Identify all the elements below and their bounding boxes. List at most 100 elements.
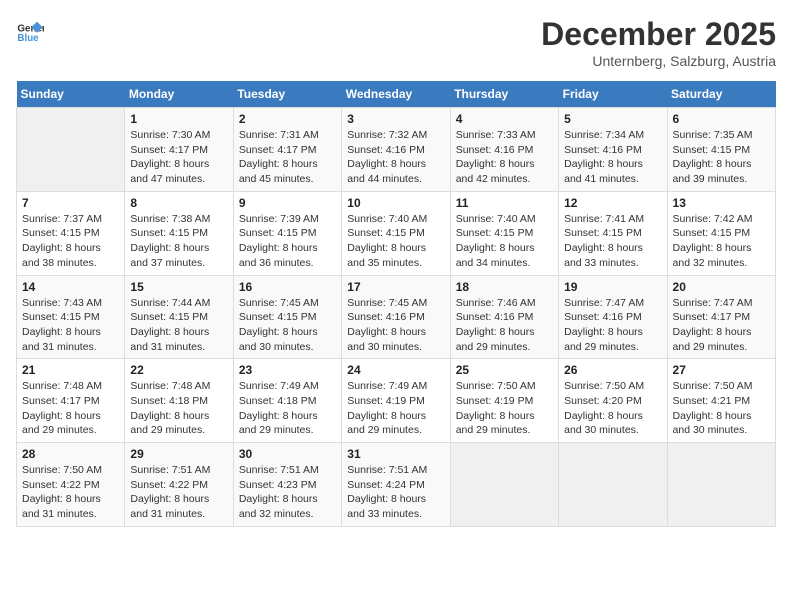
day-info: Sunrise: 7:32 AMSunset: 4:16 PMDaylight:… xyxy=(347,128,444,187)
day-cell: 28 Sunrise: 7:50 AMSunset: 4:22 PMDayligh… xyxy=(17,443,125,527)
day-info: Sunrise: 7:39 AMSunset: 4:15 PMDaylight:… xyxy=(239,212,336,271)
day-info: Sunrise: 7:40 AMSunset: 4:15 PMDaylight:… xyxy=(456,212,553,271)
week-row-4: 21 Sunrise: 7:48 AMSunset: 4:17 PMDayligh… xyxy=(17,359,776,443)
day-info: Sunrise: 7:49 AMSunset: 4:19 PMDaylight:… xyxy=(347,379,444,438)
day-number: 27 xyxy=(673,363,770,377)
day-info: Sunrise: 7:30 AMSunset: 4:17 PMDaylight:… xyxy=(130,128,227,187)
day-info: Sunrise: 7:48 AMSunset: 4:17 PMDaylight:… xyxy=(22,379,119,438)
day-number: 13 xyxy=(673,196,770,210)
day-number: 22 xyxy=(130,363,227,377)
day-number: 23 xyxy=(239,363,336,377)
day-number: 18 xyxy=(456,280,553,294)
day-number: 2 xyxy=(239,112,336,126)
day-cell: 7Sunrise: 7:37 AMSunset: 4:15 PMDaylight… xyxy=(17,191,125,275)
col-header-saturday: Saturday xyxy=(667,81,775,108)
day-info: Sunrise: 7:34 AMSunset: 4:16 PMDaylight:… xyxy=(564,128,661,187)
day-cell: 29Sunrise: 7:51 AMSunset: 4:22 PMDayligh… xyxy=(125,443,233,527)
day-info: Sunrise: 7:33 AMSunset: 4:16 PMDaylight:… xyxy=(456,128,553,187)
day-info: Sunrise: 7:46 AMSunset: 4:16 PMDaylight:… xyxy=(456,296,553,355)
day-cell: 2Sunrise: 7:31 AMSunset: 4:17 PMDaylight… xyxy=(233,108,341,192)
day-number: 11 xyxy=(456,196,553,210)
day-info: Sunrise: 7:47 AMSunset: 4:16 PMDaylight:… xyxy=(564,296,661,355)
day-cell: 27 Sunrise: 7:50 AMSunset: 4:21 PMDayligh… xyxy=(667,359,775,443)
day-cell: 18 Sunrise: 7:46 AMSunset: 4:16 PMDayligh… xyxy=(450,275,558,359)
day-cell: 12Sunrise: 7:41 AMSunset: 4:15 PMDayligh… xyxy=(559,191,667,275)
day-number: 20 xyxy=(673,280,770,294)
day-number: 28 xyxy=(22,447,119,461)
month-title: December 2025 xyxy=(541,16,776,53)
day-number: 9 xyxy=(239,196,336,210)
day-info: Sunrise: 7:50 AMSunset: 4:19 PMDaylight:… xyxy=(456,379,553,438)
day-number: 6 xyxy=(673,112,770,126)
day-cell: 14Sunrise: 7:43 AMSunset: 4:15 PMDayligh… xyxy=(17,275,125,359)
logo: General Blue xyxy=(16,16,44,44)
day-cell: 11 Sunrise: 7:40 AMSunset: 4:15 PMDayligh… xyxy=(450,191,558,275)
day-cell: 20 Sunrise: 7:47 AMSunset: 4:17 PMDayligh… xyxy=(667,275,775,359)
day-number: 5 xyxy=(564,112,661,126)
day-number: 24 xyxy=(347,363,444,377)
day-info: Sunrise: 7:50 AMSunset: 4:20 PMDaylight:… xyxy=(564,379,661,438)
day-info: Sunrise: 7:43 AMSunset: 4:15 PMDaylight:… xyxy=(22,296,119,355)
day-cell: 30Sunrise: 7:51 AMSunset: 4:23 PMDayligh… xyxy=(233,443,341,527)
day-cell xyxy=(450,443,558,527)
day-number: 4 xyxy=(456,112,553,126)
day-cell: 10 Sunrise: 7:40 AMSunset: 4:15 PMDayligh… xyxy=(342,191,450,275)
day-number: 17 xyxy=(347,280,444,294)
location-subtitle: Unternberg, Salzburg, Austria xyxy=(541,53,776,69)
day-info: Sunrise: 7:47 AMSunset: 4:17 PMDaylight:… xyxy=(673,296,770,355)
day-info: Sunrise: 7:51 AMSunset: 4:22 PMDaylight:… xyxy=(130,463,227,522)
day-cell: 22 Sunrise: 7:48 AMSunset: 4:18 PMDayligh… xyxy=(125,359,233,443)
day-number: 15 xyxy=(130,280,227,294)
week-row-3: 14Sunrise: 7:43 AMSunset: 4:15 PMDayligh… xyxy=(17,275,776,359)
col-header-monday: Monday xyxy=(125,81,233,108)
day-cell xyxy=(559,443,667,527)
day-cell: 1 Sunrise: 7:30 AMSunset: 4:17 PMDaylight… xyxy=(125,108,233,192)
title-block: December 2025 Unternberg, Salzburg, Aust… xyxy=(541,16,776,69)
day-info: Sunrise: 7:40 AMSunset: 4:15 PMDaylight:… xyxy=(347,212,444,271)
week-row-1: 1 Sunrise: 7:30 AMSunset: 4:17 PMDaylight… xyxy=(17,108,776,192)
day-cell: 13 Sunrise: 7:42 AMSunset: 4:15 PMDayligh… xyxy=(667,191,775,275)
day-number: 31 xyxy=(347,447,444,461)
day-number: 16 xyxy=(239,280,336,294)
day-cell: 5 Sunrise: 7:34 AMSunset: 4:16 PMDaylight… xyxy=(559,108,667,192)
day-cell: 8Sunrise: 7:38 AMSunset: 4:15 PMDaylight… xyxy=(125,191,233,275)
day-info: Sunrise: 7:42 AMSunset: 4:15 PMDaylight:… xyxy=(673,212,770,271)
day-number: 21 xyxy=(22,363,119,377)
day-cell: 21 Sunrise: 7:48 AMSunset: 4:17 PMDayligh… xyxy=(17,359,125,443)
day-cell: 15 Sunrise: 7:44 AMSunset: 4:15 PMDayligh… xyxy=(125,275,233,359)
header-row: SundayMondayTuesdayWednesdayThursdayFrid… xyxy=(17,81,776,108)
day-cell: 31 Sunrise: 7:51 AMSunset: 4:24 PMDayligh… xyxy=(342,443,450,527)
day-cell: 4 Sunrise: 7:33 AMSunset: 4:16 PMDaylight… xyxy=(450,108,558,192)
day-number: 7 xyxy=(22,196,119,210)
day-info: Sunrise: 7:48 AMSunset: 4:18 PMDaylight:… xyxy=(130,379,227,438)
day-info: Sunrise: 7:45 AMSunset: 4:15 PMDaylight:… xyxy=(239,296,336,355)
week-row-2: 7Sunrise: 7:37 AMSunset: 4:15 PMDaylight… xyxy=(17,191,776,275)
day-info: Sunrise: 7:49 AMSunset: 4:18 PMDaylight:… xyxy=(239,379,336,438)
day-info: Sunrise: 7:41 AMSunset: 4:15 PMDaylight:… xyxy=(564,212,661,271)
day-info: Sunrise: 7:44 AMSunset: 4:15 PMDaylight:… xyxy=(130,296,227,355)
day-cell: 9 Sunrise: 7:39 AMSunset: 4:15 PMDaylight… xyxy=(233,191,341,275)
day-cell: 25Sunrise: 7:50 AMSunset: 4:19 PMDayligh… xyxy=(450,359,558,443)
day-number: 10 xyxy=(347,196,444,210)
day-number: 3 xyxy=(347,112,444,126)
svg-text:Blue: Blue xyxy=(17,33,39,44)
logo-icon: General Blue xyxy=(16,16,44,44)
day-info: Sunrise: 7:45 AMSunset: 4:16 PMDaylight:… xyxy=(347,296,444,355)
day-cell: 17 Sunrise: 7:45 AMSunset: 4:16 PMDayligh… xyxy=(342,275,450,359)
day-number: 1 xyxy=(130,112,227,126)
col-header-wednesday: Wednesday xyxy=(342,81,450,108)
day-cell: 19 Sunrise: 7:47 AMSunset: 4:16 PMDayligh… xyxy=(559,275,667,359)
day-info: Sunrise: 7:50 AMSunset: 4:21 PMDaylight:… xyxy=(673,379,770,438)
day-number: 19 xyxy=(564,280,661,294)
day-number: 26 xyxy=(564,363,661,377)
col-header-sunday: Sunday xyxy=(17,81,125,108)
day-info: Sunrise: 7:50 AMSunset: 4:22 PMDaylight:… xyxy=(22,463,119,522)
day-cell: 3 Sunrise: 7:32 AMSunset: 4:16 PMDaylight… xyxy=(342,108,450,192)
day-cell xyxy=(667,443,775,527)
day-cell: 23 Sunrise: 7:49 AMSunset: 4:18 PMDayligh… xyxy=(233,359,341,443)
col-header-friday: Friday xyxy=(559,81,667,108)
day-info: Sunrise: 7:51 AMSunset: 4:24 PMDaylight:… xyxy=(347,463,444,522)
day-cell: 24 Sunrise: 7:49 AMSunset: 4:19 PMDayligh… xyxy=(342,359,450,443)
day-cell: 26 Sunrise: 7:50 AMSunset: 4:20 PMDayligh… xyxy=(559,359,667,443)
col-header-tuesday: Tuesday xyxy=(233,81,341,108)
